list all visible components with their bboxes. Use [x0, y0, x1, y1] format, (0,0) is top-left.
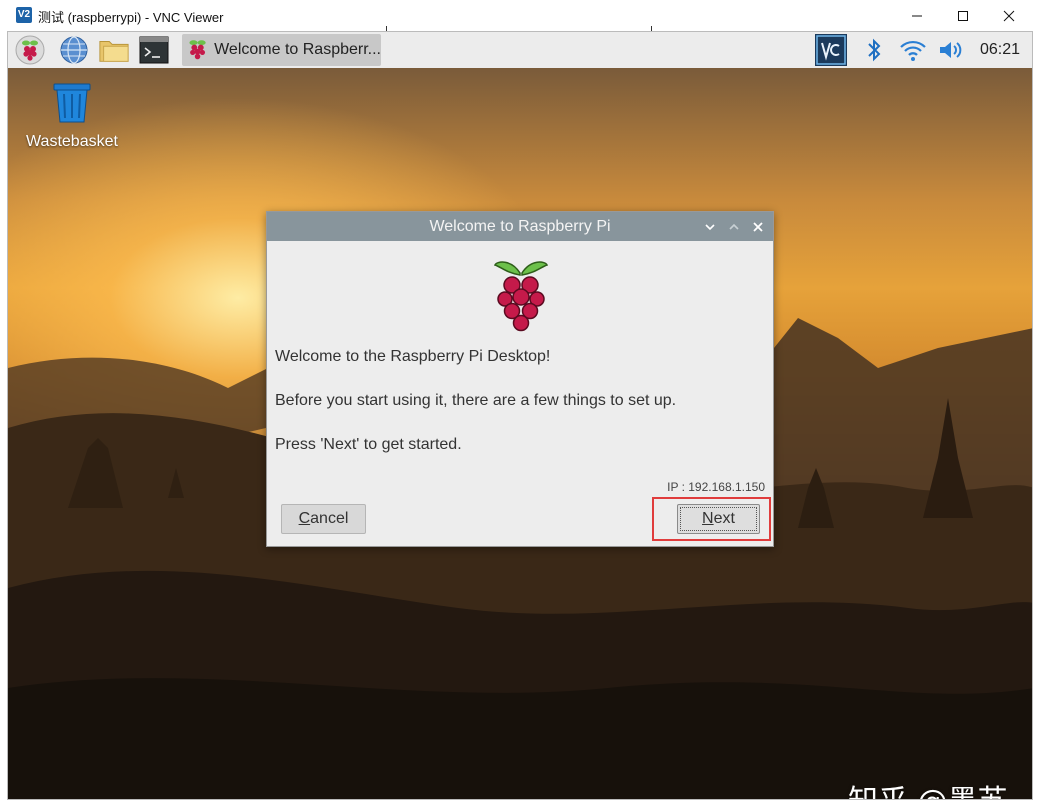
welcome-heading: Welcome to the Raspberry Pi Desktop!: [275, 348, 551, 365]
desktop-icon-wastebasket[interactable]: Wastebasket: [24, 80, 120, 151]
taskbar-welcome-label: Welcome to Raspberr...: [214, 41, 381, 58]
vnc-viewer-app-icon: V2: [16, 7, 32, 23]
vnc-server-tray-button[interactable]: [814, 34, 848, 66]
bluetooth-tray-button[interactable]: [860, 34, 888, 66]
volume-icon: [940, 42, 962, 58]
web-browser-button[interactable]: [58, 34, 90, 66]
raspberry-icon: [189, 40, 206, 60]
dialog-close-button[interactable]: [747, 212, 769, 241]
wastebasket-label: Wastebasket: [26, 133, 118, 150]
terminal-button[interactable]: [138, 34, 170, 66]
wastebasket-icon: [53, 83, 91, 123]
remote-desktop-frame: Welcome to Raspberr... 06:21 Wastebasket…: [7, 31, 1033, 800]
dialog-maximize-button[interactable]: [723, 212, 745, 241]
watermark: 知乎 @墨苏: [848, 776, 1008, 799]
vnc-server-icon: [815, 34, 847, 66]
wifi-tray-button[interactable]: [898, 34, 928, 66]
minimize-icon: [912, 15, 922, 16]
raspberry-pi-logo-icon: [493, 261, 549, 332]
next-button-highlight: [652, 497, 771, 541]
dialog-minimize-button[interactable]: [699, 212, 721, 241]
close-icon: [753, 221, 763, 232]
cancel-label-rest: ancel: [310, 510, 349, 527]
wifi-icon: [900, 40, 926, 61]
ip-address: IP : 192.168.1.150: [667, 480, 765, 494]
file-manager-button[interactable]: [98, 34, 130, 66]
bluetooth-icon: [868, 38, 881, 62]
close-icon: [1003, 10, 1015, 21]
web-browser-icon: [60, 36, 88, 64]
terminal-icon: [139, 36, 169, 64]
dialog-titlebar[interactable]: Welcome to Raspberry Pi: [267, 212, 773, 241]
raspberry-menu-icon: [15, 35, 45, 65]
volume-tray-button[interactable]: [936, 34, 968, 66]
minimize-button[interactable]: [894, 0, 940, 31]
chevron-up-icon: [729, 223, 739, 230]
cancel-mnemonic: C: [298, 510, 311, 527]
window-title: 测试 (raspberrypi) - VNC Viewer: [38, 10, 224, 25]
cancel-button[interactable]: Cancel: [281, 504, 366, 534]
clock[interactable]: 06:21: [980, 41, 1020, 59]
maximize-icon: [958, 10, 968, 21]
top-panel: Welcome to Raspberr... 06:21: [8, 32, 1032, 69]
chevron-down-icon: [705, 223, 715, 230]
welcome-instruction: Press 'Next' to get started.: [275, 436, 462, 453]
maximize-button[interactable]: [940, 0, 986, 31]
welcome-dialog: Welcome to Raspberry Pi Welcome to the R…: [266, 211, 774, 547]
welcome-description: Before you start using it, there are a f…: [275, 392, 677, 409]
close-window-button[interactable]: [986, 0, 1032, 31]
raspberry-menu-button[interactable]: [14, 34, 46, 66]
taskbar-welcome-button[interactable]: Welcome to Raspberr...: [182, 34, 381, 66]
dialog-title: Welcome to Raspberry Pi: [429, 218, 611, 235]
file-manager-icon: [99, 41, 129, 62]
vnc-viewer-titlebar: V2 测试 (raspberrypi) - VNC Viewer: [0, 0, 1040, 34]
